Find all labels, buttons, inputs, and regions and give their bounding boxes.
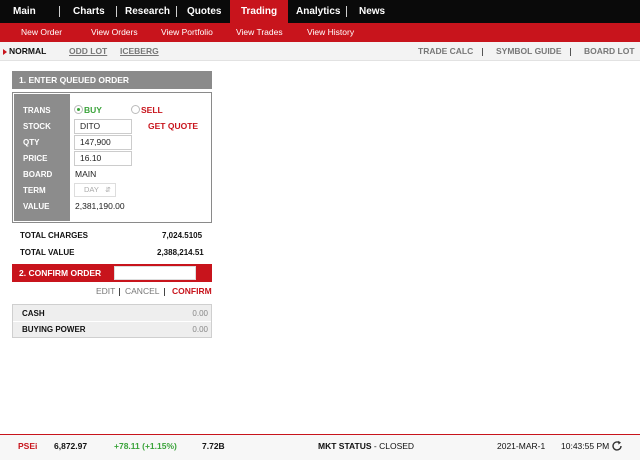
sub-nav: New Order View Orders View Portfolio Vie… [0, 23, 640, 42]
value-label: VALUE [23, 202, 50, 211]
trade-calc-link[interactable]: TRADE CALC [418, 42, 473, 61]
subnav-view-history[interactable]: View History [307, 23, 354, 42]
nav-separator [116, 6, 117, 17]
cash-label: CASH [22, 309, 45, 318]
term-selected-value: DAY [84, 185, 99, 194]
tools-separator [482, 48, 483, 56]
order-type-bar: NORMAL ODD LOT ICEBERG TRADE CALC SYMBOL… [0, 42, 640, 61]
divider [13, 321, 211, 322]
trans-label: TRANS [23, 106, 51, 115]
sell-radio[interactable] [131, 105, 140, 114]
market-ticker: PSEi 6,872.97 +78.11 (+1.15%) 7.72B MKT … [0, 435, 640, 460]
market-volume: 7.72B [202, 441, 225, 451]
total-value-label: TOTAL VALUE [20, 248, 75, 257]
value-amount: 2,381,190.00 [75, 201, 125, 211]
total-value-amount: 2,388,214.51 [157, 248, 204, 257]
subnav-view-trades[interactable]: View Trades [236, 23, 283, 42]
order-type-normal[interactable]: NORMAL [9, 42, 46, 61]
updown-arrow-icon: ⇵ [105, 187, 111, 194]
enter-order-header: 1. ENTER QUEUED ORDER [12, 71, 212, 89]
account-summary: CASH 0.00 BUYING POWER 0.00 [12, 304, 212, 338]
index-change: +78.11 (+1.15%) [114, 441, 177, 451]
get-quote-button[interactable]: GET QUOTE [148, 121, 198, 131]
tools-separator [570, 48, 571, 56]
nav-separator [176, 6, 177, 17]
market-date: 2021-MAR-1 [497, 441, 546, 451]
refresh-icon[interactable] [611, 440, 623, 452]
sell-label[interactable]: SELL [141, 105, 163, 115]
total-charges-value: 7,024.5105 [162, 231, 203, 240]
nav-analytics[interactable]: Analytics [296, 0, 342, 23]
price-input[interactable]: 16.10 [74, 151, 132, 166]
nav-separator [59, 6, 60, 17]
price-label: PRICE [23, 154, 48, 163]
subnav-new-order[interactable]: New Order [21, 23, 62, 42]
action-separator [119, 288, 120, 296]
subnav-view-portfolio[interactable]: View Portfolio [161, 23, 213, 42]
board-value: MAIN [75, 169, 97, 179]
nav-research[interactable]: Research [125, 0, 175, 23]
edit-button[interactable]: EDIT [96, 286, 115, 296]
order-type-iceberg[interactable]: ICEBERG [120, 42, 159, 61]
nav-separator [346, 6, 347, 17]
nav-news[interactable]: News [359, 0, 395, 23]
board-lot-link[interactable]: BOARD LOT [584, 42, 635, 61]
total-charges-label: TOTAL CHARGES [20, 231, 89, 240]
market-status-label: MKT STATUS [318, 441, 372, 451]
top-nav: Main Charts Research Quotes Trading Anal… [0, 0, 640, 23]
buy-label[interactable]: BUY [84, 105, 102, 115]
nav-main[interactable]: Main [13, 0, 53, 23]
nav-charts[interactable]: Charts [73, 0, 113, 23]
nav-trading[interactable]: Trading [230, 0, 288, 23]
subnav-view-orders[interactable]: View Orders [91, 23, 138, 42]
stock-label: STOCK [23, 122, 51, 131]
board-label: BOARD [23, 170, 53, 179]
cash-value: 0.00 [192, 309, 208, 318]
buying-power-label: BUYING POWER [22, 325, 86, 334]
order-type-odd-lot[interactable]: ODD LOT [69, 42, 107, 61]
market-time: 10:43:55 PM [561, 441, 610, 451]
term-select[interactable]: DAY ⇵ [74, 183, 116, 197]
buy-radio[interactable] [74, 105, 83, 114]
market-status: MKT STATUS - CLOSED [318, 441, 415, 451]
symbol-guide-link[interactable]: SYMBOL GUIDE [496, 42, 562, 61]
confirm-button[interactable]: CONFIRM [172, 286, 212, 296]
nav-quotes[interactable]: Quotes [187, 0, 227, 23]
confirm-order-title: 2. CONFIRM ORDER [19, 268, 102, 278]
active-marker-icon [3, 49, 7, 55]
index-level: 6,872.97 [54, 441, 88, 451]
action-separator [164, 288, 165, 296]
confirm-password-input[interactable] [114, 266, 196, 280]
label-column: TRANS STOCK QTY PRICE BOARD TERM VALUE [14, 94, 70, 221]
confirm-order-header: 2. CONFIRM ORDER [12, 264, 212, 282]
buying-power-value: 0.00 [192, 325, 208, 334]
stock-input[interactable]: DITO [74, 119, 132, 134]
term-label: TERM [23, 186, 46, 195]
qty-input[interactable]: 147,900 [74, 135, 132, 150]
index-name: PSEi [18, 441, 38, 451]
order-entry-form: TRANS STOCK QTY PRICE BOARD TERM VALUE B… [12, 92, 212, 223]
market-status-value: CLOSED [379, 441, 415, 451]
qty-label: QTY [23, 138, 40, 147]
cancel-button[interactable]: CANCEL [125, 286, 159, 296]
